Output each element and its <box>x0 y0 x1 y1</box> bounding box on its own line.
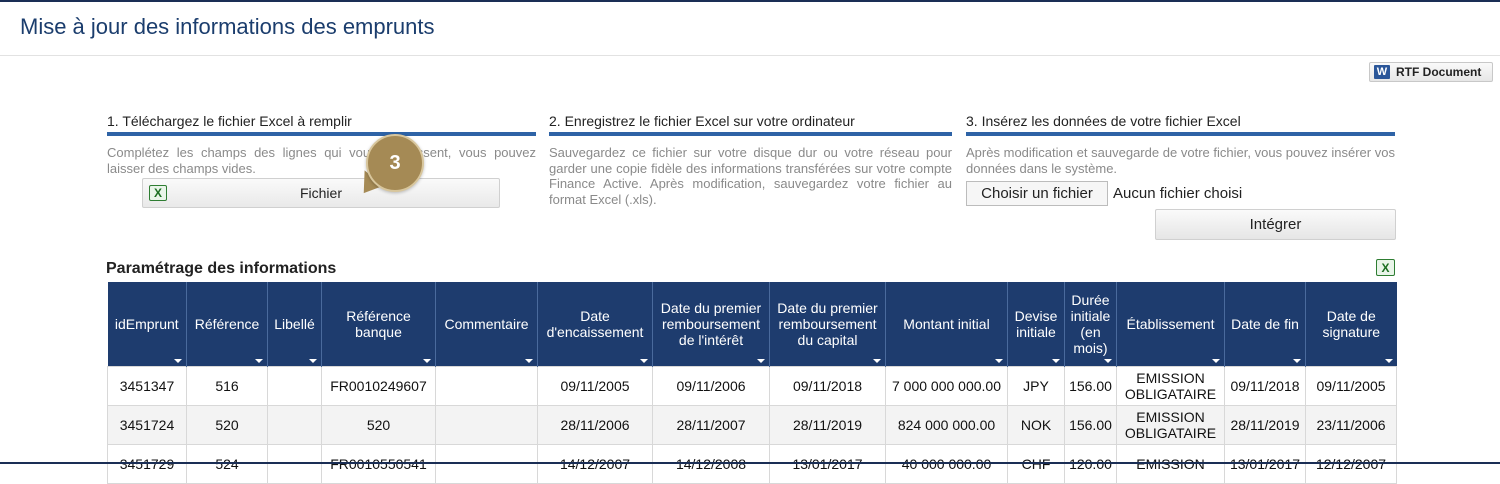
table-cell <box>267 366 322 406</box>
table-cell: 40 000 000.00 <box>885 444 1008 484</box>
column-header-reference[interactable]: Référence <box>186 282 268 367</box>
table-cell: 23/11/2006 <box>1305 405 1397 445</box>
column-header-devise-initiale[interactable]: Devise initiale <box>1007 282 1065 367</box>
choose-file-button[interactable]: Choisir un fichier <box>966 181 1108 206</box>
table-cell: 12/12/2007 <box>1305 444 1397 484</box>
sort-caret-icon <box>640 359 648 363</box>
table-row[interactable]: 3451724 520 520 28/11/2006 28/11/2007 28… <box>107 405 1397 445</box>
table-cell <box>267 444 322 484</box>
table-cell: 13/01/2017 <box>769 444 886 484</box>
sort-caret-icon <box>873 359 881 363</box>
table-cell: FR0010550541 <box>321 444 436 484</box>
table-cell: 520 <box>321 405 436 445</box>
table-row[interactable]: 3451347 516 FR0010249607 09/11/2005 09/1… <box>107 366 1397 406</box>
loans-table: idEmprunt Référence Libellé Référence ba… <box>107 282 1397 484</box>
table-cell: 09/11/2005 <box>537 366 653 406</box>
step-2-description: Sauvegardez ce fichier sur votre disque … <box>549 145 952 207</box>
sort-caret-icon <box>1052 359 1060 363</box>
step-1-title: 1. Téléchargez le fichier Excel à rempli… <box>107 113 536 136</box>
column-header-date-premier-remb-interet[interactable]: Date du premier remboursement de l'intér… <box>652 282 770 367</box>
step-1: 1. Téléchargez le fichier Excel à rempli… <box>107 113 536 176</box>
step-3-title: 3. Insérez les données de votre fichier … <box>966 113 1395 136</box>
download-file-label: Fichier <box>299 185 342 201</box>
column-header-date-encaissement[interactable]: Date d'encaissement <box>537 282 653 367</box>
table-cell: EMISSION OBLIGATAIRE <box>1116 366 1225 406</box>
table-cell: 516 <box>186 366 268 406</box>
table-cell: 14/12/2008 <box>652 444 770 484</box>
sort-caret-icon <box>1293 359 1301 363</box>
column-header-etablissement[interactable]: Établissement <box>1116 282 1225 367</box>
column-header-montant-initial[interactable]: Montant initial <box>885 282 1008 367</box>
rtf-document-button[interactable]: W RTF Document <box>1369 62 1493 82</box>
excel-icon: X <box>149 185 167 201</box>
no-file-chosen-label: Aucun fichier choisi <box>1113 185 1243 202</box>
table-cell: 3451729 <box>107 444 187 484</box>
table-cell <box>267 405 322 445</box>
integrate-button[interactable]: Intégrer <box>1155 209 1396 240</box>
step-2: 2. Enregistrez le fichier Excel sur votr… <box>549 113 952 207</box>
excel-export-icon[interactable]: X <box>1376 259 1395 276</box>
table-cell: 09/11/2018 <box>1224 366 1306 406</box>
table-cell: JPY <box>1007 366 1065 406</box>
top-border <box>0 0 1500 2</box>
sort-caret-icon <box>1104 359 1112 363</box>
params-section-title: Paramétrage des informations <box>106 260 337 277</box>
table-cell <box>435 444 538 484</box>
column-header-idemprunt[interactable]: idEmprunt <box>107 282 187 367</box>
table-cell: EMISSION <box>1116 444 1225 484</box>
step-3: 3. Insérez les données de votre fichier … <box>966 113 1395 176</box>
table-cell: 156.00 <box>1064 405 1117 445</box>
table-cell: 09/11/2006 <box>652 366 770 406</box>
sort-caret-icon <box>1384 359 1393 363</box>
table-cell: 524 <box>186 444 268 484</box>
step-3-description: Après modification et sauvegarde de votr… <box>966 145 1395 176</box>
column-header-duree-initiale[interactable]: Durée initiale (en mois) <box>1064 282 1117 367</box>
table-cell: 28/11/2006 <box>537 405 653 445</box>
sort-caret-icon <box>757 359 765 363</box>
table-cell: 3451724 <box>107 405 187 445</box>
table-cell: 28/11/2019 <box>769 405 886 445</box>
column-header-commentaire[interactable]: Commentaire <box>435 282 538 367</box>
table-cell: 09/11/2018 <box>769 366 886 406</box>
download-file-button[interactable]: X Fichier <box>142 178 500 208</box>
table-cell: EMISSION OBLIGATAIRE <box>1116 405 1225 445</box>
table-cell: 824 000 000.00 <box>885 405 1008 445</box>
step-2-title: 2. Enregistrez le fichier Excel sur votr… <box>549 113 952 136</box>
table-cell: FR0010249607 <box>321 366 436 406</box>
column-header-date-premier-remb-capital[interactable]: Date du premier remboursement du capital <box>769 282 886 367</box>
table-cell: NOK <box>1007 405 1065 445</box>
table-cell: 28/11/2019 <box>1224 405 1306 445</box>
table-cell: 14/12/2007 <box>537 444 653 484</box>
rtf-document-label: RTF Document <box>1396 65 1482 79</box>
step-1-description: Complétez les champs des lignes qui vous… <box>107 145 536 176</box>
step-callout-badge: 3 <box>366 134 424 192</box>
table-cell: 120.00 <box>1064 444 1117 484</box>
table-cell: 156.00 <box>1064 366 1117 406</box>
page-title: Mise à jour des informations des emprunt… <box>20 14 435 39</box>
table-cell: 09/11/2005 <box>1305 366 1397 406</box>
table-header-row: idEmprunt Référence Libellé Référence ba… <box>107 282 1397 367</box>
sort-caret-icon <box>255 359 263 363</box>
sort-caret-icon <box>423 359 431 363</box>
sort-caret-icon <box>309 359 317 363</box>
column-header-libelle[interactable]: Libellé <box>267 282 322 367</box>
table-cell: 520 <box>186 405 268 445</box>
table-row[interactable]: 3451729 524 FR0010550541 14/12/2007 14/1… <box>107 444 1397 484</box>
word-icon: W <box>1374 65 1390 79</box>
table-cell: 28/11/2007 <box>652 405 770 445</box>
table-cell: 3451347 <box>107 366 187 406</box>
column-header-reference-banque[interactable]: Référence banque <box>321 282 436 367</box>
sort-caret-icon <box>1212 359 1220 363</box>
column-header-date-fin[interactable]: Date de fin <box>1224 282 1306 367</box>
sort-caret-icon <box>995 359 1003 363</box>
table-cell: CHF <box>1007 444 1065 484</box>
table-cell <box>435 366 538 406</box>
table-cell: 7 000 000 000.00 <box>885 366 1008 406</box>
table-cell: 13/01/2017 <box>1224 444 1306 484</box>
column-header-date-signature[interactable]: Date de signature <box>1305 282 1397 367</box>
sort-caret-icon <box>174 359 182 363</box>
table-cell <box>435 405 538 445</box>
title-divider <box>0 55 1500 56</box>
sort-caret-icon <box>525 359 533 363</box>
